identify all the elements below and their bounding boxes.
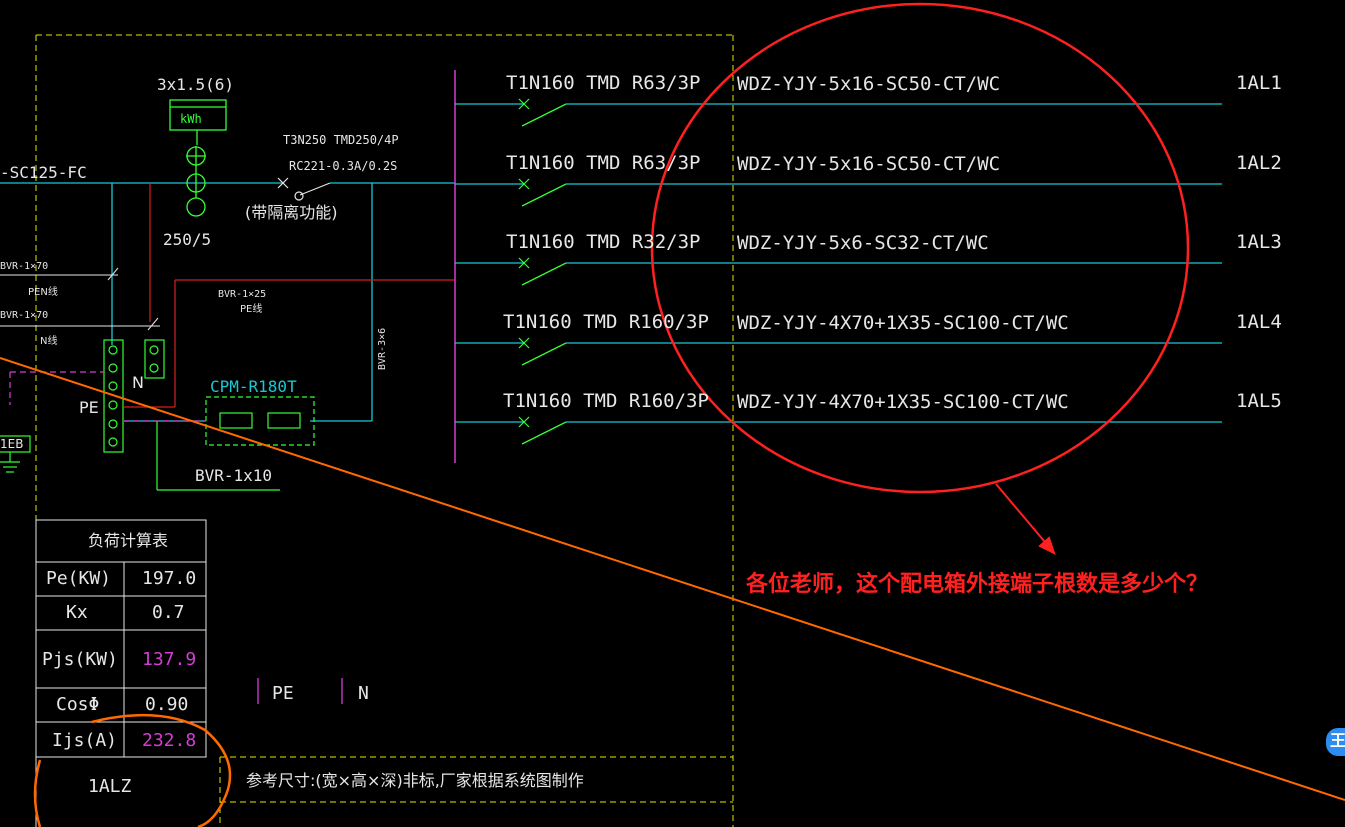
load-table-value-kx: 0.7	[152, 602, 185, 623]
load-table-label-ijs: Ijs(A)	[52, 730, 118, 751]
pen-line-label: PEN线	[28, 287, 58, 298]
load-table-label-pe: Pe(KW)	[46, 568, 112, 589]
pe-cable-label: BVR-1×25	[218, 289, 267, 300]
breaker-blade	[521, 183, 567, 207]
terminal-block-n	[144, 339, 165, 379]
load-table-value-pjs: 137.9	[142, 649, 197, 670]
pe-terminal-label: PE	[79, 398, 99, 417]
pe-n-bars	[257, 678, 343, 704]
annotation-arrow	[995, 483, 1056, 555]
feeder-circuit-label: 1AL2	[1236, 152, 1282, 174]
feeder-breaker-label: T1N160 TMD R32/3P	[506, 231, 701, 253]
feeder-breaker-label: T1N160 TMD R63/3P	[506, 152, 701, 174]
feeder-breaker-label: T1N160 TMD R63/3P	[506, 72, 701, 94]
feeder-circuit-label: 1AL1	[1236, 72, 1282, 94]
load-table-value-cos: 0.90	[145, 694, 189, 715]
feeder-cable-label: WDZ-YJY-5x6-SC32-CT/WC	[737, 232, 989, 254]
schematic-canvas	[0, 2, 1345, 827]
breaker-blade	[521, 342, 567, 366]
current-transformer-symbol	[186, 146, 206, 217]
feeder-circuit	[455, 337, 1222, 366]
isolation-note: (带隔离功能)	[245, 203, 338, 222]
meb-label: 1EB	[0, 437, 24, 451]
pe-line-label: PE线	[240, 304, 263, 315]
size-note: 参考尺寸:(宽×高×深)非标,厂家根据系统图制作	[246, 771, 584, 790]
panel-name: 1ALZ	[88, 776, 132, 797]
load-table-value-ijs: 232.8	[142, 730, 197, 751]
rcd-label: RC221-0.3A/0.2S	[289, 159, 398, 173]
n-line-label: N线	[40, 336, 58, 347]
feeder-circuit	[455, 178, 1222, 207]
feeder-circuit-label: 1AL5	[1236, 390, 1282, 412]
breaker-blade	[521, 103, 567, 127]
feeder-circuit	[455, 98, 1222, 127]
feeder-cable-label: WDZ-YJY-4X70+1X35-SC100-CT/WC	[737, 312, 1069, 334]
n-bar-label: N	[358, 683, 369, 704]
feeder-circuit-label: 1AL3	[1236, 231, 1282, 253]
side-badge-label[interactable]: 王	[1330, 733, 1345, 749]
feeder-breaker-label: T1N160 TMD R160/3P	[503, 311, 709, 333]
load-table-label-cos: CosΦ	[56, 694, 100, 715]
n-terminal-label: N	[132, 373, 144, 392]
ct-ratio-label: 250/5	[163, 230, 212, 249]
pe-bar-label: PE	[272, 683, 294, 704]
main-breaker-symbol	[277, 177, 331, 201]
vertical-cable-label: BVR-3×6	[377, 327, 388, 370]
pen-cable-label: BVR-1×70	[0, 261, 49, 272]
feeder-circuit-label: 1AL4	[1236, 311, 1282, 333]
load-table-title: 负荷计算表	[88, 531, 169, 550]
incoming-cable-label: -SC125-FC	[0, 163, 87, 182]
feeder-cable-label: WDZ-YJY-4X70+1X35-SC100-CT/WC	[737, 391, 1069, 413]
load-table-value-pe: 197.0	[142, 568, 197, 589]
feeder-cable-label: WDZ-YJY-5x16-SC50-CT/WC	[737, 73, 1001, 95]
n-cable-label: BVR-1×70	[0, 310, 49, 321]
load-table-label-kx: Kx	[66, 602, 88, 623]
breaker-blade	[521, 262, 567, 286]
feeder-circuit	[455, 257, 1222, 286]
feeder-cable-label: WDZ-YJY-5x16-SC50-CT/WC	[737, 153, 1001, 175]
feeder-circuit	[455, 416, 1222, 445]
spd-cable-label: BVR-1x10	[195, 466, 273, 485]
spd-label: CPM-R180T	[210, 377, 297, 396]
breaker-blade	[521, 421, 567, 445]
feeder-breaker-label: T1N160 TMD R160/3P	[503, 390, 709, 412]
pe-dashed-link	[9, 371, 206, 422]
load-table-label-pjs: Pjs(KW)	[42, 649, 118, 670]
meter-spec-label: 3x1.5(6)	[157, 75, 235, 94]
meter-kwh-label: kWh	[180, 112, 202, 126]
main-breaker-label: T3N250 TMD250/4P	[283, 133, 399, 147]
question-annotation: 各位老师，这个配电箱外接端子根数是多少个？	[746, 571, 1209, 597]
